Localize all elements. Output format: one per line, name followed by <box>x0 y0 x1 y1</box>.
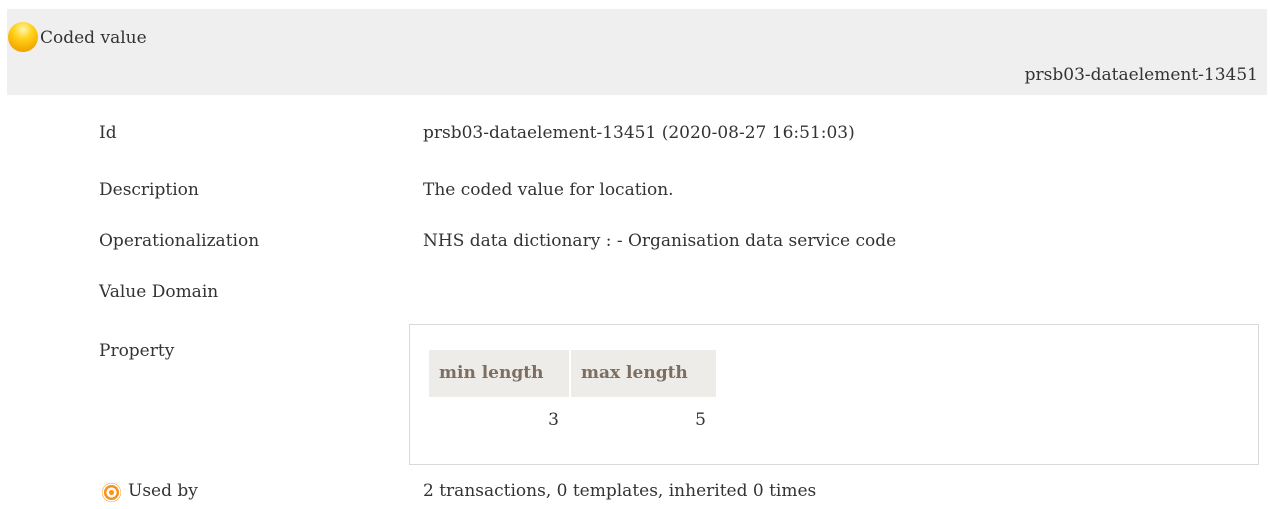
property-table-header: min length max length <box>429 350 716 397</box>
used-by-value: 2 transactions, 0 templates, inherited 0… <box>423 481 817 501</box>
value-domain-label: Value Domain <box>99 282 219 302</box>
property-table-row: 3 5 <box>429 410 716 430</box>
operationalization-label: Operationalization <box>99 231 260 251</box>
max-length-header: max length <box>571 350 716 397</box>
min-length-header: min length <box>429 350 569 397</box>
operationalization-value: NHS data dictionary : - Organisation dat… <box>423 231 897 251</box>
property-label: Property <box>99 341 175 361</box>
used-by-label: Used by <box>128 481 198 501</box>
element-id-header: prsb03-dataelement-13451 <box>1024 65 1258 85</box>
status-circle-icon <box>8 22 38 52</box>
max-length-value: 5 <box>695 410 706 430</box>
element-title: Coded value <box>40 28 147 48</box>
id-label: Id <box>99 123 117 143</box>
target-icon <box>102 483 121 502</box>
id-value: prsb03-dataelement-13451 (2020-08-27 16:… <box>423 123 855 143</box>
property-table: min length max length 3 5 <box>429 350 716 430</box>
description-value: The coded value for location. <box>423 180 674 200</box>
min-length-value: 3 <box>548 410 559 430</box>
description-label: Description <box>99 180 199 200</box>
element-header: Coded value prsb03-dataelement-13451 <box>7 9 1267 95</box>
property-box: min length max length 3 5 <box>409 324 1259 465</box>
